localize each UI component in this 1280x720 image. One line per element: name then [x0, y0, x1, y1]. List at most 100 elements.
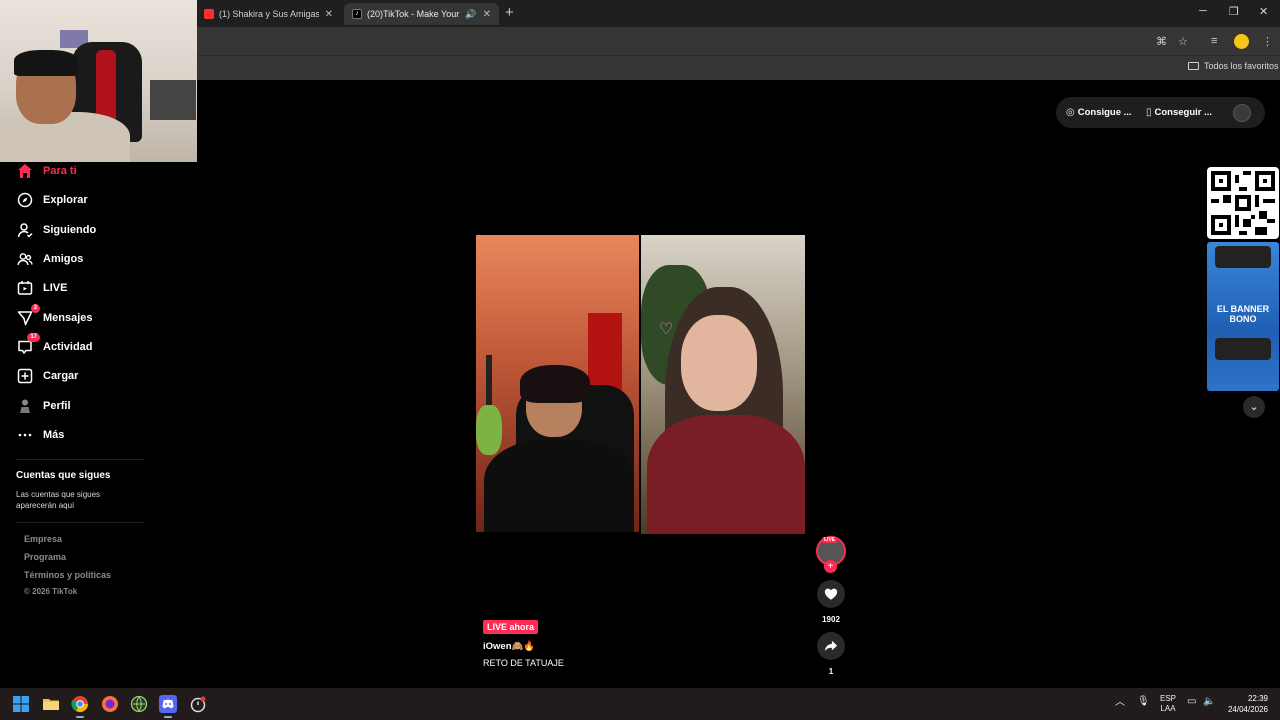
messages-icon: 3 [16, 303, 40, 327]
sidebar-item-label: Siguiendo [43, 224, 97, 236]
tray-chevron-icon[interactable]: ︿ [1115, 698, 1125, 708]
copyright: © 2026 TikTok [24, 587, 78, 596]
qr-code[interactable] [1207, 167, 1279, 239]
like-button[interactable] [817, 580, 845, 608]
compass-icon [16, 192, 33, 209]
get-coins-button[interactable]: ◎ Consigue ... [1066, 107, 1132, 118]
restore-icon[interactable]: ❐ [1229, 5, 1239, 18]
bookmarks-label: Todos los favoritos [1204, 61, 1279, 71]
upload-icon [16, 368, 33, 385]
folder-icon [1188, 62, 1199, 70]
sidebar-divider [16, 522, 144, 523]
sidebar-item-explorar[interactable]: Explorar [16, 190, 88, 210]
sidebar-item-amigos[interactable]: Amigos [16, 249, 83, 269]
sidebar-item-label: Amigos [43, 253, 84, 265]
profile-icon [16, 398, 33, 415]
minimize-icon[interactable]: ─ [1199, 5, 1207, 17]
user-avatar[interactable] [1233, 104, 1251, 122]
microphone-icon[interactable]: 🎙 [1137, 697, 1150, 707]
discord-icon[interactable] [159, 695, 177, 713]
more-icon [16, 427, 33, 444]
app-timer-icon[interactable] [189, 695, 207, 713]
sidebar-item-mas[interactable]: Más [16, 425, 64, 445]
ad-title: EL BANNER BONO [1216, 304, 1270, 324]
friends-icon [16, 251, 33, 268]
network-icon[interactable]: ▭ [1187, 697, 1196, 707]
file-explorer-icon[interactable] [42, 695, 60, 713]
all-bookmarks-button[interactable]: Todos los favoritos [1188, 61, 1279, 71]
live-username[interactable]: iOwen🙈🔥 [483, 641, 535, 652]
truck-image [1215, 338, 1271, 360]
footer-link-programa[interactable]: Programa [24, 552, 66, 562]
close-tab-icon[interactable]: ✕ [325, 9, 333, 20]
sidebar-item-para-ti[interactable]: Para ti [16, 161, 77, 181]
collapse-chevron-icon[interactable]: ⌄ [1243, 396, 1265, 418]
bookmark-star-icon[interactable]: ☆ [1178, 35, 1188, 48]
sidebar-item-perfil[interactable]: Perfil [16, 396, 71, 416]
translate-icon[interactable]: ⌘ [1156, 35, 1167, 48]
clock-time: 22:39 [1247, 694, 1268, 703]
home-icon [16, 163, 33, 180]
live-tag: LIVE [822, 537, 838, 543]
sidebar-item-label: LIVE [43, 282, 68, 294]
tab-youtube[interactable]: (1) Shakira y Sus Amigas - YouTube ✕ [196, 3, 341, 25]
chrome-icon[interactable] [71, 695, 89, 713]
sidebar-item-label: Mensajes [43, 312, 93, 324]
reading-list-icon[interactable]: ≡ [1211, 35, 1217, 47]
webcam-overlay [0, 0, 197, 162]
sidebar-item-actividad[interactable]: 17 Actividad [16, 332, 93, 357]
share-button[interactable] [817, 632, 845, 660]
qr-code-icon [1211, 171, 1275, 235]
live-video[interactable]: ♡ [476, 235, 805, 534]
sidebar-item-cargar[interactable]: Cargar [16, 366, 78, 386]
sidebar-item-live[interactable]: LIVE [16, 278, 67, 298]
activity-badge: 17 [27, 332, 40, 342]
live-now-badge[interactable]: LIVE ahora [483, 620, 539, 634]
sidebar-item-label: Actividad [43, 341, 93, 353]
tab-tiktok[interactable]: ♪ (20)TikTok - Make Your Day 🔊 ✕ [344, 3, 499, 25]
heart-sticker-icon: ♡ [659, 321, 674, 338]
phone-icon: ▯ [1146, 107, 1152, 118]
language-indicator[interactable]: ESP LAA [1157, 694, 1179, 714]
share-arrow-icon [824, 640, 838, 652]
get-app-button[interactable]: ▯ Conseguir ... [1146, 107, 1212, 118]
active-app-indicator [76, 716, 84, 718]
language-bottom: LAA [1160, 704, 1176, 713]
tiktok-icon: ♪ [352, 9, 362, 19]
language-top: ESP [1159, 694, 1176, 703]
live-description: RETO DE TATUAJE [483, 658, 564, 668]
profile-avatar[interactable] [1234, 34, 1249, 49]
footer-link-empresa[interactable]: Empresa [24, 534, 62, 544]
user-follow-icon [16, 222, 33, 239]
footer-link-terminos[interactable]: Términos y políticas [24, 570, 111, 580]
windows-start-icon[interactable] [12, 695, 30, 713]
sidebar-item-label: Para ti [43, 165, 77, 177]
following-text: Las cuentas que sigues aparecerán aquí [16, 490, 101, 510]
sidebar-item-siguiendo[interactable]: Siguiendo [16, 220, 96, 240]
truck-image [1215, 246, 1271, 268]
close-tab-icon[interactable]: ✕ [483, 9, 491, 20]
follow-plus-icon[interactable]: + [824, 560, 837, 573]
clock-date: 24/04/2026 [1227, 705, 1268, 714]
messages-badge: 3 [30, 303, 40, 313]
coin-icon: ◎ [1066, 107, 1075, 118]
system-clock[interactable]: 22:39 24/04/2026 [1226, 693, 1268, 715]
volume-icon[interactable]: 🔈 [1203, 697, 1215, 707]
sidebar-item-mensajes[interactable]: 3 Mensajes [16, 303, 93, 328]
new-tab-button[interactable]: + [505, 5, 514, 21]
sidebar-divider [16, 459, 144, 460]
video-left-panel [476, 235, 639, 532]
video-right-panel: ♡ [641, 235, 805, 534]
app-globe-icon[interactable] [130, 695, 148, 713]
menu-kebab-icon[interactable]: ⋮ [1262, 35, 1273, 48]
ad-banner[interactable]: EL BANNER BONO [1207, 242, 1279, 391]
youtube-icon [204, 9, 214, 19]
close-window-icon[interactable]: ✕ [1259, 5, 1268, 18]
active-app-indicator [164, 716, 172, 718]
tab-title: (1) Shakira y Sus Amigas - YouTube [219, 9, 319, 19]
tab-title: (20)TikTok - Make Your Day [367, 9, 461, 19]
speaker-icon[interactable]: 🔊 [465, 9, 476, 20]
firefox-icon[interactable] [101, 695, 119, 713]
share-count: 1 [828, 667, 834, 676]
sidebar-item-label: Más [43, 429, 65, 441]
